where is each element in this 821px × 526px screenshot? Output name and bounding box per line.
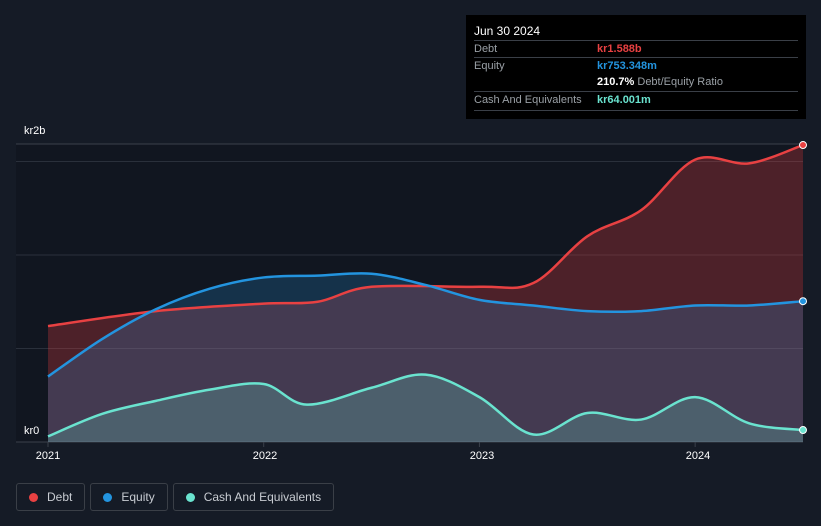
cash-label: Cash And Equivalents bbox=[474, 94, 582, 106]
debt-dot-icon bbox=[29, 492, 38, 502]
tooltip-date: Jun 30 2024 bbox=[474, 24, 541, 38]
equity-end-point bbox=[799, 297, 807, 306]
debt-value: kr1.588b bbox=[597, 43, 642, 55]
legend-label: Cash And Equivalents bbox=[203, 490, 322, 504]
debt-end-point bbox=[799, 141, 807, 150]
legend: Debt Equity Cash And Equivalents bbox=[16, 483, 335, 511]
ratio-label: Debt/Equity Ratio bbox=[637, 76, 723, 88]
equity-dot-icon bbox=[103, 492, 113, 502]
equity-value: kr753.348m bbox=[597, 60, 657, 72]
x-tick-label: 2022 bbox=[252, 450, 278, 462]
x-tick-label: 2024 bbox=[685, 450, 711, 462]
y-tick-label: kr2b bbox=[24, 125, 46, 137]
legend-label: Equity bbox=[121, 490, 155, 504]
legend-equity[interactable]: Equity bbox=[90, 483, 168, 511]
equity-label: Equity bbox=[474, 60, 505, 72]
cash-value: kr64.001m bbox=[597, 94, 651, 106]
legend-debt[interactable]: Debt bbox=[16, 483, 86, 511]
cash-dot-icon bbox=[185, 492, 195, 502]
legend-label: Debt bbox=[47, 490, 73, 504]
x-tick-label: 2023 bbox=[469, 450, 495, 462]
x-tick-label: 2021 bbox=[35, 450, 61, 462]
debt-label: Debt bbox=[474, 43, 498, 55]
tooltip: Jun 30 2024 Debt kr1.588b Equity kr753.348… bbox=[466, 15, 806, 119]
cash-end-point bbox=[799, 426, 807, 435]
ratio-value: 210.7% bbox=[597, 76, 635, 88]
y-tick-label: kr0 bbox=[24, 425, 40, 437]
legend-cash[interactable]: Cash And Equivalents bbox=[172, 483, 335, 511]
